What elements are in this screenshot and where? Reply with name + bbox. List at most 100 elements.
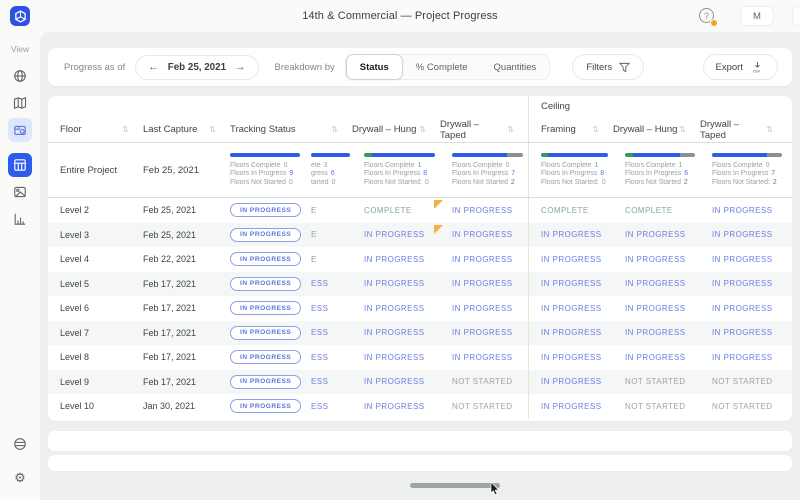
walls-drywall-taped-cell: IN PROGRESS [440, 272, 528, 297]
ceiling-framing-status: IN PROGRESS [541, 352, 602, 362]
column-header-floor-0[interactable]: Floor ⇅ [60, 117, 143, 142]
avatar[interactable]: M [740, 6, 774, 26]
tracking-status-badge: IN PROGRESS [230, 203, 302, 218]
progress-bar [452, 152, 523, 157]
column-header-label: Last Capture [143, 124, 198, 135]
ceiling-drywall-hung-cell: NOT STARTED [613, 394, 700, 419]
walls-drywall-hung-status: IN PROGRESS [364, 401, 425, 411]
tracking-status-cell: IN PROGRESS [230, 198, 305, 223]
summary-metric-tracking-status: Floors Complete 0 Floors In Progress 9 Floor… [230, 143, 305, 197]
ceiling-framing-cell: IN PROGRESS [528, 296, 613, 321]
column-header-drywall-taped-7[interactable]: Drywall – Taped ⇅ [700, 117, 787, 142]
summary-stat: tarted 0 [311, 179, 350, 188]
walls-drywall-taped-cell: IN PROGRESS [434, 223, 528, 248]
table-row-level-8[interactable]: Level 8 Feb 17, 2021 IN PROGRESS ESS IN PROG… [48, 345, 792, 370]
clipped-status-text: E [311, 254, 317, 264]
summary-metric-walls-framing-clipped: ete 3 gress 6 tarted 0 [305, 143, 352, 197]
date-navigator[interactable]: ← Feb 25, 2021 → [135, 54, 259, 80]
sidebar-item-progress-tracking[interactable] [8, 153, 32, 177]
sort-icon: ⇅ [507, 125, 514, 134]
column-header-last-capture-1[interactable]: Last Capture ⇅ [143, 117, 230, 142]
summary-stat-value: 2 [772, 178, 777, 186]
column-header-drywall-taped-4[interactable]: Drywall – Taped ⇅ [440, 117, 528, 142]
tracking-status-cell: IN PROGRESS [230, 272, 305, 297]
ceiling-drywall-taped-cell: IN PROGRESS [700, 247, 787, 272]
prev-date-arrow-icon[interactable]: ← [148, 61, 159, 73]
table-row-level-6[interactable]: Level 6 Feb 17, 2021 IN PROGRESS ESS IN PROG… [48, 296, 792, 321]
summary-stat-label: Floors Complete [230, 161, 281, 169]
filters-label: Filters [586, 61, 613, 73]
walls-drywall-taped-cell: IN PROGRESS [440, 247, 528, 272]
segment-status[interactable]: Status [345, 54, 403, 80]
sort-icon: ⇅ [766, 125, 773, 134]
column-header-label: Framing [541, 124, 576, 135]
summary-stat-label: Floors Complete [541, 161, 592, 169]
table-row-level-4[interactable]: Level 4 Feb 22, 2021 IN PROGRESS E IN PROGRE… [48, 247, 792, 272]
sidebar-item-photos[interactable] [8, 180, 32, 204]
summary-row[interactable]: Entire Project Feb 25, 2021 Floors Complet… [48, 142, 792, 198]
sidebar-item-support[interactable] [8, 432, 32, 456]
summary-stat-value: 2 [683, 178, 688, 186]
table-row-level-3[interactable]: Level 3 Feb 25, 2021 IN PROGRESS E IN PROGRE… [48, 222, 792, 248]
sort-icon: ⇅ [679, 125, 686, 134]
support-globe-icon [13, 437, 27, 451]
ceiling-framing-status: IN PROGRESS [541, 230, 602, 240]
table-row-level-7[interactable]: Level 7 Feb 17, 2021 IN PROGRESS ESS IN PROG… [48, 320, 792, 346]
ceiling-drywall-hung-status: IN PROGRESS [625, 303, 686, 313]
sidebar-item-map[interactable] [8, 91, 32, 115]
table-row-level-10[interactable]: Level 10 Jan 30, 2021 IN PROGRESS ESS IN PRO… [48, 394, 792, 419]
clipped-status-text: E [311, 205, 317, 215]
sort-icon: ⇅ [331, 125, 338, 134]
clipped-status-cell: ESS [305, 296, 352, 321]
ceiling-framing-cell: COMPLETE [528, 198, 613, 223]
bar-chart-icon [13, 212, 27, 226]
walls-drywall-taped-cell: IN PROGRESS [440, 321, 528, 346]
summary-stat-value: 6 [684, 170, 689, 178]
next-date-arrow-icon[interactable]: → [235, 61, 246, 73]
summary-stat-value: 0 [601, 178, 606, 186]
clipped-status-text: ESS [311, 328, 329, 338]
summary-stat-value: 3 [323, 161, 328, 169]
table-row-level-5[interactable]: Level 5 Feb 17, 2021 IN PROGRESS ESS IN PROG… [48, 271, 792, 297]
walls-drywall-hung-status: IN PROGRESS [364, 254, 425, 264]
walls-drywall-hung-cell: IN PROGRESS [352, 394, 440, 419]
ceiling-drywall-hung-status: IN PROGRESS [625, 254, 686, 264]
sidebar-item-captures[interactable] [8, 118, 32, 142]
progress-bar [230, 152, 300, 157]
horizontal-scrollbar-thumb[interactable] [410, 483, 500, 488]
edge-button-partial[interactable] [792, 6, 800, 26]
summary-stat-value: 1 [678, 161, 683, 169]
filters-button[interactable]: Filters [572, 54, 645, 80]
column-header-label: Drywall – Taped [440, 118, 480, 141]
segment-complete[interactable]: % Complete [403, 54, 481, 80]
summary-stat: Floors Not Started 0 [230, 179, 300, 188]
summary-stat: gress 6 [311, 170, 350, 179]
tracking-status-badge: IN PROGRESS [230, 350, 302, 365]
table-row-level-2[interactable]: Level 2 Feb 25, 2021 IN PROGRESS E COMPLETE I… [48, 198, 792, 223]
last-capture-date: Feb 17, 2021 [143, 376, 197, 387]
walls-drywall-taped-status: IN PROGRESS [452, 303, 513, 313]
summary-stat: Floors In Progress 7 [712, 170, 782, 179]
clipped-status-text: E [311, 230, 317, 240]
walls-drywall-taped-cell: IN PROGRESS [440, 296, 528, 321]
summary-last-capture: Feb 25, 2021 [143, 164, 199, 176]
column-header-tracking-status-2[interactable]: Tracking Status ⇅ [230, 117, 352, 142]
clipped-status-cell: ESS [305, 321, 352, 346]
summary-stat: Floors Complete 0 [452, 162, 523, 171]
sort-icon: ⇅ [419, 125, 426, 134]
column-header-framing-5[interactable]: Framing ⇅ [528, 117, 613, 142]
sidebar-item-globe[interactable] [8, 64, 32, 88]
notification-badge [710, 19, 718, 27]
column-header-drywall-hung-3[interactable]: Drywall – Hung ⇅ [352, 117, 440, 142]
clipped-status-text: ESS [311, 303, 329, 313]
sidebar-item-settings[interactable]: ⚙ [8, 465, 32, 489]
table-row-level-9[interactable]: Level 9 Feb 17, 2021 IN PROGRESS ESS IN PROG… [48, 369, 792, 394]
column-header-drywall-hung-6[interactable]: Drywall – Hung ⇅ [613, 117, 700, 142]
ceiling-framing-status: COMPLETE [541, 205, 589, 215]
sidebar-item-analytics[interactable] [8, 207, 32, 231]
help-button[interactable]: ? [699, 8, 718, 27]
export-csv-button[interactable]: Export csv [702, 54, 778, 80]
ceiling-drywall-hung-cell: IN PROGRESS [613, 345, 700, 370]
segment-quantities[interactable]: Quantities [481, 54, 550, 80]
column-header-label: Floor [60, 124, 82, 135]
